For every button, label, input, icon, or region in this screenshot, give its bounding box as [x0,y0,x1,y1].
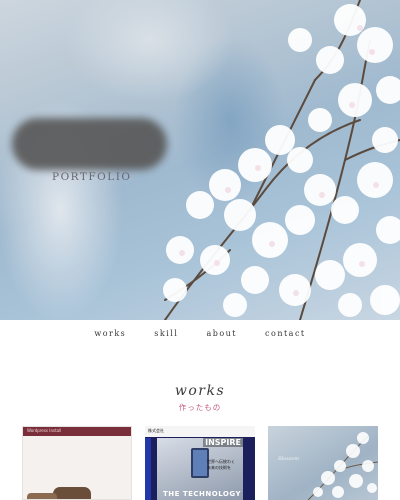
hero-blur-overlay [12,118,167,170]
section-title: works [174,383,226,399]
nav-item-about[interactable]: about [206,329,237,338]
work-card-3[interactable]: Blossom [268,426,378,500]
nav-item-skill[interactable]: skill [154,329,178,338]
main-nav: works skill about contact [0,322,400,344]
card-badge: INSPIRE [203,438,243,447]
work-card-1[interactable]: Wordpress Install [22,426,132,500]
card-label: Blossom [278,456,300,462]
nav-item-contact[interactable]: contact [265,329,306,338]
card-headline: THE TECHNOLOGY [163,490,242,498]
work-card-2[interactable]: 株式会社 INSPIRE 世界へ伝統わく 未来の技術を THE TECHNOLO… [145,426,255,500]
site-title: PORTFOLIO [52,171,132,183]
nav-item-works[interactable]: works [94,329,126,338]
card-top-text: 株式会社 [148,428,164,433]
card-header-text: Wordpress Install [27,428,62,433]
card-photo-object [53,487,91,499]
hero-image: PORTFOLIO [0,0,400,320]
card-side-stripe [145,438,151,500]
card-jp-line-2: 未来の技術を [207,465,231,470]
card-blossom-image [307,432,378,500]
card-photo-object [27,493,57,499]
section-subtitle: 作ったもの [178,403,222,412]
